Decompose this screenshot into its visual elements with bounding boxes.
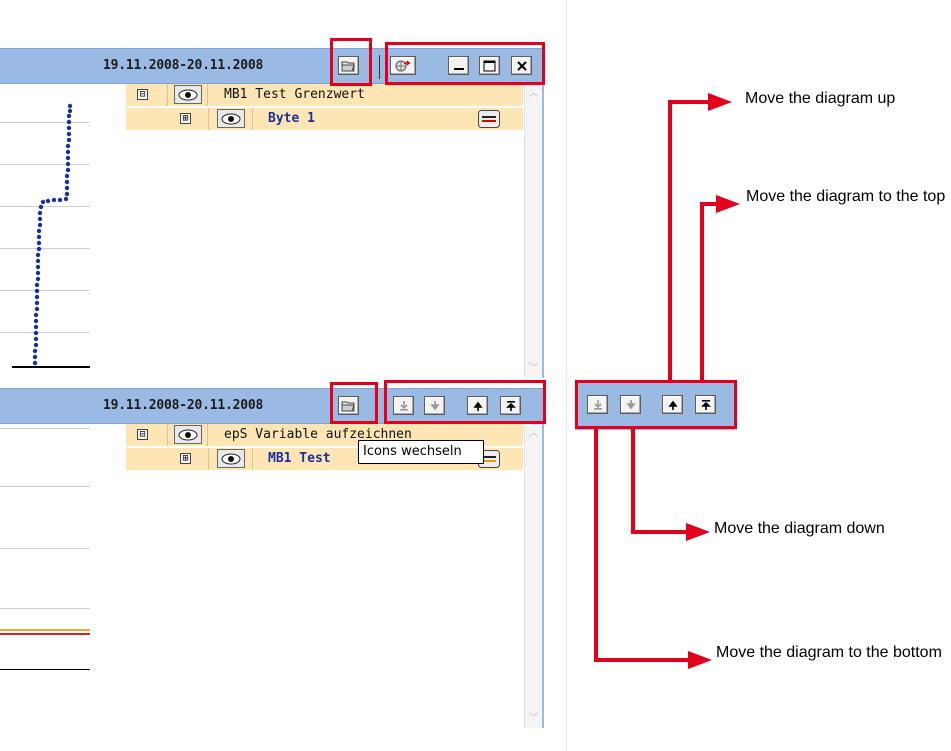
annotation-move-down: Move the diagram down (714, 520, 885, 537)
scroll-up-icon[interactable]: ︿ (526, 86, 541, 101)
x-axis-line (0, 669, 90, 670)
tooltip: Icons wechseln (358, 440, 484, 464)
arrow-down (631, 428, 688, 534)
grid-line (0, 486, 90, 487)
diagram-panel-bottom: 19.11.2008-20.11.2008 ⊟ epS Variable auf… (0, 380, 546, 728)
scroll-down-icon[interactable]: ﹀ (526, 361, 541, 376)
grid-line (0, 548, 90, 549)
toolbar-separator (379, 55, 380, 79)
diagram-plot-area (0, 424, 127, 728)
diagram-panel-top: 19.11.2008-20.11.2008 ⊟ MB1 Test Grenzwe… (0, 38, 545, 378)
data-series-plot (32, 103, 73, 366)
variable-tree: ⊟ epS Variable aufzeichnen ⊞ MB1 Test ︿ … (126, 424, 544, 728)
series-line-red (0, 633, 90, 635)
highlight-move-buttons (384, 380, 546, 424)
variable-tree: ⊟ MB1 Test Grenzwert ⊞ Byte 1 ︿ ﹀ (126, 84, 544, 378)
highlight-move-buttons-detail (575, 380, 737, 429)
highlight-folder-button (330, 38, 372, 86)
date-range-label: 19.11.2008-20.11.2008 (103, 58, 264, 73)
grid-line (0, 608, 90, 609)
highlight-window-buttons (385, 42, 545, 85)
tree-row-label: MB1 Test (268, 451, 331, 466)
tree-row[interactable]: ⊞ Byte 1 (126, 108, 523, 130)
series-color-icon[interactable] (478, 110, 500, 128)
diagram-plot-area (0, 84, 127, 378)
arrow-bottom (594, 428, 690, 662)
highlight-folder-button (330, 382, 378, 424)
tree-row-label: Byte 1 (268, 111, 315, 126)
date-range-label: 19.11.2008-20.11.2008 (103, 398, 264, 413)
scroll-up-icon[interactable]: ︿ (526, 426, 541, 441)
tree-row-label: MB1 Test Grenzwert (224, 87, 365, 102)
scroll-down-icon[interactable]: ﹀ (526, 711, 541, 726)
vertical-divider (566, 0, 567, 751)
grid-line (0, 428, 90, 429)
scrollbar[interactable]: ︿ ﹀ (524, 84, 542, 378)
tree-row[interactable]: ⊟ MB1 Test Grenzwert (126, 84, 523, 106)
annotation-move-bottom: Move the diagram to the bottom (716, 644, 942, 661)
arrow-up (668, 100, 710, 383)
annotation-move-up: Move the diagram up (745, 90, 896, 107)
annotation-move-top: Move the diagram to the top (746, 188, 946, 205)
arrow-top (700, 202, 718, 383)
scrollbar[interactable]: ︿ ﹀ (524, 424, 542, 728)
series-line-orange (0, 629, 90, 631)
